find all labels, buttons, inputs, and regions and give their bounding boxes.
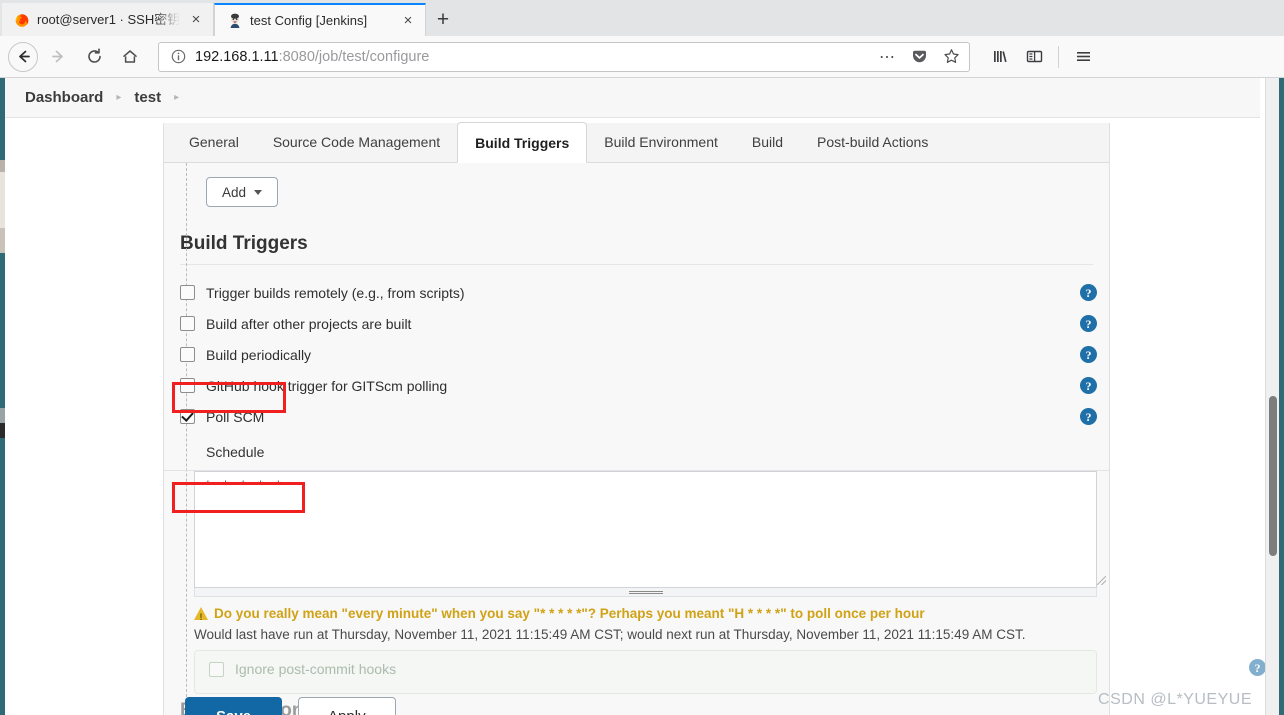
toolbar-divider (1058, 45, 1059, 68)
checkbox-ignore-post-commit-hooks[interactable] (209, 661, 224, 677)
tab-build-environment[interactable]: Build Environment (587, 122, 735, 162)
warning-detail: Would last have run at Thursday, Novembe… (194, 627, 1026, 642)
breadcrumb-item-dashboard[interactable]: Dashboard (25, 89, 103, 106)
library-icon[interactable] (984, 41, 1016, 73)
trigger-row-github-hook[interactable]: GitHub hook trigger for GITScm polling ? (164, 370, 1109, 401)
checkbox-github-hook-trigger[interactable] (180, 378, 195, 393)
browser-tab-jenkins[interactable]: test Config [Jenkins] × (214, 3, 426, 36)
help-icon[interactable]: ? (1080, 284, 1097, 301)
window-right-edge (1279, 78, 1284, 715)
ignore-hooks-row[interactable]: Ignore post-commit hooks (209, 661, 1082, 677)
trigger-label: Trigger builds remotely (e.g., from scri… (206, 284, 465, 301)
warning-triangle-icon (194, 607, 208, 626)
help-icon[interactable]: ? (1080, 377, 1097, 394)
help-icon[interactable]: ? (1080, 315, 1097, 332)
form-action-bar: Save Apply (185, 697, 396, 715)
tab-general[interactable]: General (172, 122, 256, 162)
save-button[interactable]: Save (185, 697, 283, 715)
textarea-drag-handle[interactable] (194, 588, 1097, 597)
resize-grip-icon[interactable] (1097, 576, 1106, 585)
apply-button[interactable]: Apply (298, 697, 396, 715)
help-icon[interactable]: ? (1080, 408, 1097, 425)
checkbox-build-periodically[interactable] (180, 347, 195, 362)
trigger-label: GitHub hook trigger for GITScm polling (206, 377, 448, 394)
trigger-row-poll-scm[interactable]: Poll SCM ? (164, 401, 1109, 432)
schedule-textarea-wrap: * * * * * (164, 471, 1109, 588)
scrollbar-thumb[interactable] (1269, 396, 1277, 556)
jenkins-icon (227, 13, 243, 29)
close-icon[interactable]: × (399, 12, 417, 30)
url-bar[interactable]: 192.168.1.11:8080/job/test/configure ⋯ (158, 41, 970, 72)
config-form: Add Build Triggers Trigger builds remote… (164, 163, 1266, 715)
chevron-right-icon: ▸ (116, 91, 122, 103)
warning-line: Do you really mean "every minute" when y… (194, 605, 1109, 626)
tab-source-code-management[interactable]: Source Code Management (256, 122, 457, 162)
page-viewport: Dashboard ▸ test ▸ General Source Code M… (0, 78, 1284, 715)
schedule-warning: Do you really mean "every minute" when y… (164, 597, 1109, 644)
trigger-row-after-projects[interactable]: Build after other projects are built ? (164, 308, 1109, 339)
job-config-panel: General Source Code Management Build Tri… (163, 122, 1266, 715)
tab-build[interactable]: Build (735, 122, 800, 162)
trigger-label: Poll SCM (206, 408, 265, 425)
reload-icon[interactable] (78, 41, 110, 73)
section-title-build-triggers: Build Triggers (180, 233, 1093, 265)
checkbox-poll-scm[interactable] (180, 409, 195, 424)
trigger-row-periodically[interactable]: Build periodically ? (164, 339, 1109, 370)
tab-post-build-actions[interactable]: Post-build Actions (800, 122, 945, 162)
add-button-label: Add (222, 184, 247, 200)
trigger-row-remote[interactable]: Trigger builds remotely (e.g., from scri… (164, 277, 1109, 308)
trigger-label: Build periodically (206, 346, 312, 363)
new-tab-button[interactable]: + (426, 3, 460, 36)
page-body: General Source Code Management Build Tri… (5, 118, 1266, 715)
checkbox-build-after-other-projects[interactable] (180, 316, 195, 331)
chevron-right-icon: ▸ (174, 91, 180, 103)
back-icon[interactable] (8, 41, 38, 72)
bookmark-star-icon[interactable] (939, 48, 963, 65)
add-row: Add (164, 163, 1109, 217)
schedule-input[interactable]: * * * * * (194, 471, 1097, 588)
trigger-list: Trigger builds remotely (e.g., from scri… (164, 265, 1109, 432)
browser-navigation-bar: 192.168.1.11:8080/job/test/configure ⋯ (0, 36, 1284, 78)
browser-toolbar-right (984, 41, 1099, 73)
firefox-icon (14, 12, 30, 28)
warning-message: Do you really mean "every minute" when y… (214, 606, 925, 621)
add-trigger-button[interactable]: Add (206, 177, 279, 207)
schedule-label: Schedule (206, 444, 265, 460)
config-tab-bar: General Source Code Management Build Tri… (164, 122, 1109, 163)
forward-icon (42, 41, 74, 73)
ignore-hooks-panel: ? Ignore post-commit hooks (194, 650, 1266, 694)
page-scrollbar[interactable] (1265, 78, 1279, 715)
browser-tab-title: root@server1 · SSH密钥 (37, 11, 180, 27)
ignore-hooks-label: Ignore post-commit hooks (235, 661, 397, 677)
help-icon[interactable]: ? (1249, 659, 1266, 676)
hamburger-menu-icon[interactable] (1067, 41, 1099, 73)
tab-build-triggers[interactable]: Build Triggers (457, 122, 588, 163)
home-icon[interactable] (114, 41, 146, 73)
site-info-icon[interactable] (169, 49, 187, 64)
browser-tab-strip: root@server1 · SSH密钥 × test Config [Jenk… (0, 0, 1284, 36)
browser-tab-title: test Config [Jenkins] (250, 12, 368, 28)
breadcrumb: Dashboard ▸ test ▸ (5, 78, 1260, 118)
browser-tab-ssh[interactable]: root@server1 · SSH密钥 × (2, 3, 214, 36)
url-host: 192.168.1.11 (195, 48, 279, 65)
close-icon[interactable]: × (187, 11, 205, 29)
sidebar-icon[interactable] (1018, 41, 1050, 73)
url-path: :8080/job/test/configure (278, 48, 430, 65)
checkbox-trigger-remotely[interactable] (180, 285, 195, 300)
page-actions-icon[interactable]: ⋯ (875, 47, 899, 67)
chevron-down-icon (254, 189, 263, 195)
schedule-field-block: ? * * * * * (164, 470, 1109, 597)
breadcrumb-item-test[interactable]: test (134, 89, 161, 106)
url-text[interactable]: 192.168.1.11:8080/job/test/configure (195, 49, 867, 65)
form-guide-rail (186, 163, 187, 715)
help-icon[interactable]: ? (1080, 346, 1097, 363)
watermark: CSDN @L*YUEYUE (1098, 691, 1252, 708)
trigger-label: Build after other projects are built (206, 315, 412, 332)
pocket-icon[interactable] (907, 48, 931, 65)
browser-window: root@server1 · SSH密钥 × test Config [Jenk… (0, 0, 1284, 715)
